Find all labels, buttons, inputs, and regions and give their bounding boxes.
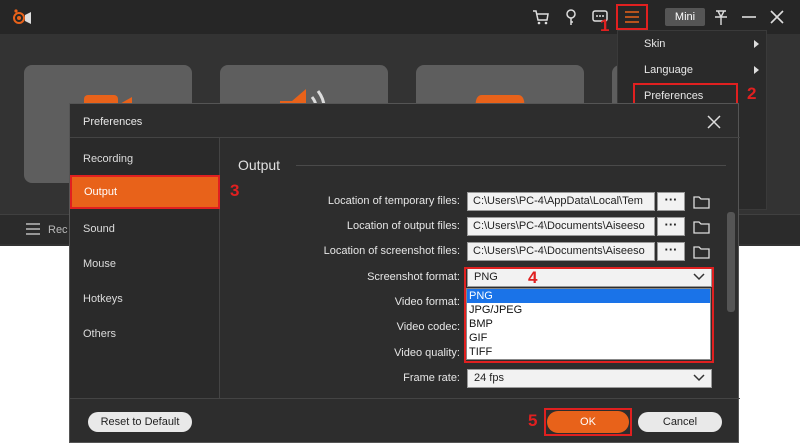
- output-files-browse-button[interactable]: ···: [657, 217, 685, 236]
- video-format-label: Video format:: [394, 296, 460, 308]
- sidebar-item-label: Output: [84, 186, 118, 198]
- menu-item-language[interactable]: Language: [644, 64, 693, 76]
- menu-icon: [625, 11, 639, 23]
- format-option-jpg[interactable]: JPG/JPEG: [467, 303, 710, 317]
- close-icon[interactable]: [706, 114, 722, 130]
- divider: [70, 398, 740, 399]
- temp-files-label: Location of temporary files:: [327, 195, 460, 207]
- preferences-dialog: Preferences Recording Output Sound Mouse…: [69, 103, 740, 443]
- sidebar-item-sound[interactable]: Sound: [83, 223, 115, 235]
- section-title: Output: [238, 157, 281, 173]
- cancel-button[interactable]: Cancel: [638, 412, 722, 432]
- annotation-number: 4: [528, 268, 538, 287]
- format-option-gif[interactable]: GIF: [467, 331, 710, 345]
- temp-files-browse-button[interactable]: ···: [657, 192, 685, 211]
- close-icon[interactable]: [768, 8, 786, 26]
- format-dropdown-list: PNG JPG/JPEG BMP GIF TIFF: [466, 288, 711, 360]
- annotation-number: 1: [600, 16, 610, 35]
- chevron-down-icon: [693, 374, 705, 382]
- key-icon[interactable]: [562, 8, 580, 26]
- output-files-label: Location of output files:: [346, 220, 460, 232]
- divider: [296, 165, 726, 166]
- screenshot-format-label: Screenshot format:: [367, 271, 460, 283]
- sidebar-item-mouse[interactable]: Mouse: [83, 258, 116, 270]
- record-camera-logo-icon: [13, 9, 31, 24]
- title-bar: Mini: [0, 0, 800, 34]
- preferences-sidebar: Recording Output Sound Mouse Hotkeys Oth…: [70, 138, 220, 398]
- mini-mode-button[interactable]: Mini: [665, 8, 705, 26]
- scrollbar[interactable]: [727, 212, 735, 312]
- format-option-tiff[interactable]: TIFF: [467, 345, 710, 359]
- reset-to-default-button[interactable]: Reset to Default: [88, 412, 192, 432]
- submenu-arrow-icon: [754, 66, 759, 74]
- screenshot-files-browse-button[interactable]: ···: [657, 242, 685, 261]
- ok-button[interactable]: OK: [547, 411, 629, 433]
- dialog-title: Preferences: [83, 116, 143, 128]
- folder-icon[interactable]: [693, 245, 710, 259]
- temp-files-path-input[interactable]: C:\Users\PC-4\AppData\Local\Tem: [467, 192, 655, 211]
- video-quality-label: Video quality:: [394, 347, 460, 359]
- sidebar-item-hotkeys[interactable]: Hotkeys: [83, 293, 123, 305]
- annotation-number: 2: [747, 84, 757, 103]
- video-codec-label: Video codec:: [396, 321, 460, 333]
- frame-rate-value: 24 fps: [474, 372, 504, 384]
- folder-icon[interactable]: [693, 195, 710, 209]
- annotation-number: 3: [230, 181, 240, 200]
- list-icon[interactable]: [26, 223, 40, 235]
- recording-history-label[interactable]: Rec: [48, 224, 68, 236]
- format-option-png[interactable]: PNG: [467, 289, 710, 303]
- output-files-path-input[interactable]: C:\Users\PC-4\Documents\Aiseeso: [467, 217, 655, 236]
- submenu-arrow-icon: [754, 40, 759, 48]
- screenshot-files-label: Location of screenshot files:: [323, 245, 460, 257]
- cart-icon[interactable]: [532, 8, 550, 26]
- sidebar-item-recording[interactable]: Recording: [83, 153, 133, 165]
- screenshot-files-path-input[interactable]: C:\Users\PC-4\Documents\Aiseeso: [467, 242, 655, 261]
- format-option-bmp[interactable]: BMP: [467, 317, 710, 331]
- frame-rate-label: Frame rate:: [403, 372, 460, 384]
- main-menu-button[interactable]: [616, 4, 648, 30]
- frame-rate-select[interactable]: 24 fps: [467, 369, 712, 388]
- pin-icon[interactable]: [712, 8, 730, 26]
- menu-item-skin[interactable]: Skin: [644, 38, 665, 50]
- annotation-number: 5: [528, 411, 538, 430]
- sidebar-item-others[interactable]: Others: [83, 328, 116, 340]
- minimize-icon[interactable]: [740, 8, 758, 26]
- folder-icon[interactable]: [693, 220, 710, 234]
